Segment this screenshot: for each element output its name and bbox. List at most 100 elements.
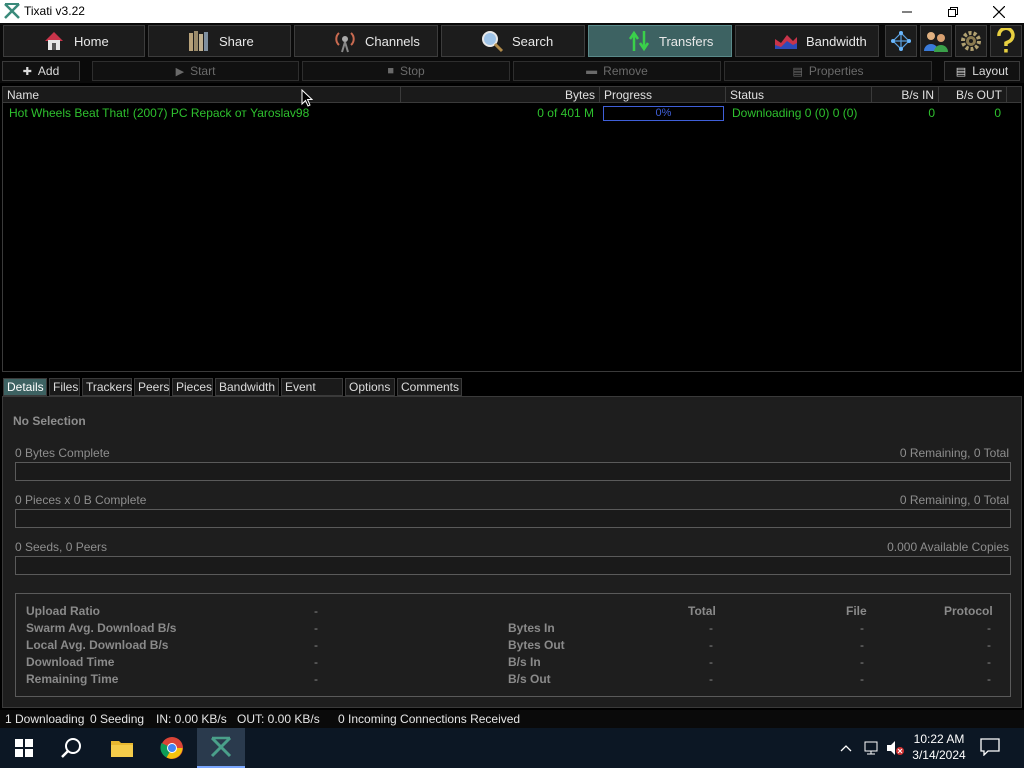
stat-bs-in-protocol: - bbox=[987, 655, 991, 669]
plus-icon: ✚ bbox=[22, 65, 32, 78]
chevron-up-icon bbox=[840, 745, 852, 752]
status-in-rate: IN: 0.00 KB/s bbox=[156, 712, 227, 726]
tab-event-log[interactable]: Event Log bbox=[281, 378, 343, 410]
column-header-name[interactable]: Name bbox=[3, 87, 401, 103]
tab-bandwidth-detail[interactable]: Bandwidth bbox=[215, 378, 279, 396]
available-copies-label: 0.000 Available Copies bbox=[887, 540, 1009, 554]
taskbar-date: 3/14/2024 bbox=[912, 748, 966, 762]
row-status: Downloading 0 (0) 0 (0) bbox=[732, 106, 858, 120]
layout-button[interactable]: ▤ Layout bbox=[944, 61, 1020, 81]
properties-icon: ▤ bbox=[792, 65, 803, 78]
taskbar-clock[interactable]: 10:22 AM 3/14/2024 bbox=[906, 732, 972, 762]
tab-transfers-label: Transfers bbox=[659, 33, 714, 49]
minimize-button[interactable] bbox=[884, 0, 930, 23]
stat-header-total: Total bbox=[688, 604, 716, 618]
stat-value-remaining-time: - bbox=[314, 672, 318, 686]
stop-icon: ■ bbox=[387, 65, 394, 77]
details-panel: No Selection 0 Bytes Complete 0 Remainin… bbox=[2, 396, 1022, 708]
dht-network-button[interactable] bbox=[885, 25, 917, 57]
add-button[interactable]: ✚ Add bbox=[2, 61, 80, 81]
gear-icon bbox=[961, 31, 981, 51]
status-downloading: 1 Downloading bbox=[5, 712, 85, 726]
restore-icon bbox=[948, 6, 958, 17]
network-monitor-icon bbox=[864, 741, 878, 755]
close-button[interactable] bbox=[976, 0, 1022, 23]
stat-bs-out-protocol: - bbox=[987, 672, 991, 686]
tab-comments[interactable]: Comments bbox=[397, 378, 462, 396]
action-center-button[interactable] bbox=[980, 738, 1002, 758]
taskbar-file-explorer[interactable] bbox=[98, 728, 146, 768]
stat-bytes-out-total: - bbox=[709, 638, 713, 652]
notification-icon bbox=[980, 738, 1000, 757]
column-header-bs-in[interactable]: B/s IN bbox=[872, 87, 939, 103]
stat-label-swarm-avg: Swarm Avg. Download B/s bbox=[26, 621, 177, 635]
layout-icon: ▤ bbox=[955, 65, 967, 78]
status-seeding: 0 Seeding bbox=[90, 712, 145, 726]
stat-bs-in-file: - bbox=[860, 655, 864, 669]
status-incoming-connections: 0 Incoming Connections Received bbox=[338, 712, 521, 726]
tab-details[interactable]: Details bbox=[3, 378, 47, 396]
stat-label-bs-in: B/s In bbox=[508, 655, 541, 669]
tab-pieces[interactable]: Pieces bbox=[172, 378, 213, 396]
column-header-status[interactable]: Status bbox=[726, 87, 872, 103]
column-header-bytes[interactable]: Bytes bbox=[401, 87, 600, 103]
stat-label-local-avg: Local Avg. Download B/s bbox=[26, 638, 169, 652]
windows-taskbar: 10:22 AM 3/14/2024 bbox=[0, 728, 1024, 768]
tab-files[interactable]: Files bbox=[49, 378, 80, 396]
tab-options[interactable]: Options bbox=[345, 378, 395, 396]
start-button[interactable]: ▶ Start bbox=[92, 61, 299, 81]
tab-transfers[interactable]: Transfers bbox=[588, 25, 732, 57]
tab-share-label: Share bbox=[219, 33, 254, 49]
column-header-bs-out[interactable]: B/s OUT bbox=[939, 87, 1007, 103]
tab-home[interactable]: Home bbox=[3, 25, 145, 57]
layout-button-label: Layout bbox=[972, 64, 1009, 78]
stat-bs-out-file: - bbox=[860, 672, 864, 686]
status-bar: 1 Downloading 0 Seeding IN: 0.00 KB/s OU… bbox=[0, 710, 1024, 728]
tab-search[interactable]: Search bbox=[441, 25, 585, 57]
properties-button-label: Properties bbox=[808, 64, 864, 78]
taskbar-chrome[interactable] bbox=[148, 728, 196, 768]
pieces-remaining-label: 0 Remaining, 0 Total bbox=[899, 493, 1009, 507]
tab-trackers[interactable]: Trackers bbox=[82, 378, 132, 396]
transfer-list-header: Name Bytes Progress Status B/s IN B/s OU… bbox=[3, 87, 1021, 103]
stop-button[interactable]: ■ Stop bbox=[302, 61, 510, 81]
availability-bar bbox=[15, 556, 1011, 575]
start-button-label: Start bbox=[190, 64, 216, 78]
properties-button[interactable]: ▤ Properties bbox=[724, 61, 932, 81]
tab-share[interactable]: Share bbox=[148, 25, 291, 57]
minus-icon: ▬ bbox=[586, 65, 598, 77]
tray-network[interactable] bbox=[862, 740, 880, 756]
stat-bs-in-total: - bbox=[709, 655, 713, 669]
taskbar-time: 10:22 AM bbox=[913, 732, 965, 746]
restore-button[interactable] bbox=[930, 0, 976, 23]
tab-bandwidth[interactable]: Bandwidth bbox=[735, 25, 879, 57]
users-button[interactable] bbox=[920, 25, 952, 57]
settings-button[interactable] bbox=[955, 25, 987, 57]
mouse-cursor-icon bbox=[301, 89, 313, 107]
start-button-windows[interactable] bbox=[0, 728, 48, 768]
tab-channels[interactable]: Channels bbox=[294, 25, 438, 57]
row-bs-out: 0 bbox=[994, 106, 1001, 120]
stat-header-file: File bbox=[846, 604, 867, 618]
tray-volume[interactable] bbox=[885, 740, 905, 756]
transfer-list[interactable]: Name Bytes Progress Status B/s IN B/s OU… bbox=[2, 86, 1022, 372]
row-progress-bar: 0% bbox=[603, 106, 724, 121]
column-header-progress[interactable]: Progress bbox=[600, 87, 726, 103]
tray-overflow-chevron[interactable] bbox=[838, 740, 854, 756]
minimize-icon bbox=[902, 11, 912, 12]
windows-logo-icon bbox=[15, 739, 33, 757]
tab-peers[interactable]: Peers bbox=[134, 378, 170, 396]
tab-channels-label: Channels bbox=[365, 33, 420, 49]
help-button[interactable] bbox=[990, 25, 1022, 57]
users-icon bbox=[924, 32, 948, 52]
taskbar-tixati[interactable] bbox=[197, 728, 245, 768]
remove-button[interactable]: ▬ Remove bbox=[513, 61, 721, 81]
stat-value-swarm-avg: - bbox=[314, 621, 318, 635]
remove-button-label: Remove bbox=[603, 64, 648, 78]
search-icon bbox=[482, 31, 504, 53]
stat-bytes-out-file: - bbox=[860, 638, 864, 652]
taskbar-search-button[interactable] bbox=[48, 728, 96, 768]
stat-header-protocol: Protocol bbox=[944, 604, 993, 618]
seeds-peers-label: 0 Seeds, 0 Peers bbox=[15, 540, 108, 554]
home-icon bbox=[45, 32, 63, 50]
